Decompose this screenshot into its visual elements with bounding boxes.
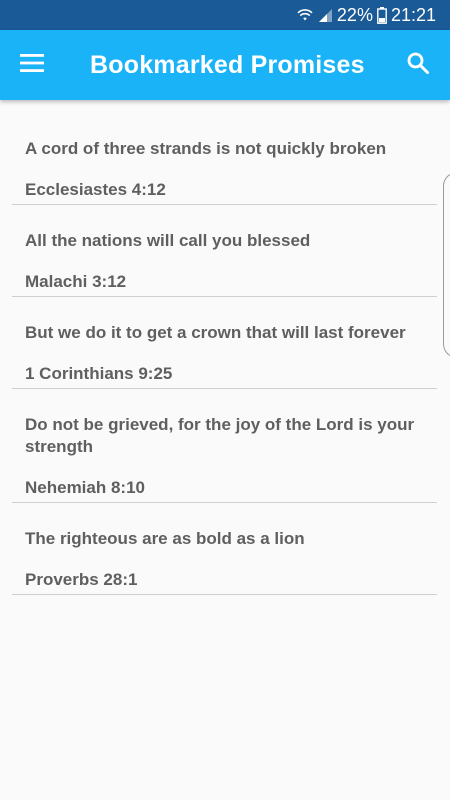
page-title: Bookmarked Promises	[90, 51, 365, 79]
promise-text: But we do it to get a crown that will la…	[25, 323, 406, 342]
clock: 21:21	[390, 4, 436, 25]
list-item[interactable]: Do not be grieved, for the joy of the Lo…	[12, 389, 437, 503]
promise-reference: Ecclesiastes 4:12	[25, 180, 166, 199]
promise-reference: Proverbs 28:1	[25, 570, 138, 589]
edge-panel-handle[interactable]	[443, 172, 450, 358]
promise-text: A cord of three strands is not quickly b…	[25, 139, 387, 158]
battery-percent: 22%	[336, 4, 373, 25]
list-item[interactable]: But we do it to get a crown that will la…	[12, 297, 437, 389]
list-item[interactable]: The righteous are as bold as a lion Prov…	[12, 503, 437, 595]
search-button[interactable]	[398, 45, 438, 85]
list-item[interactable]: A cord of three strands is not quickly b…	[12, 113, 437, 205]
promise-reference: Nehemiah 8:10	[25, 478, 145, 497]
promise-reference: 1 Corinthians 9:25	[25, 364, 173, 383]
hamburger-menu-icon	[20, 53, 44, 77]
promise-text: Do not be grieved, for the joy of the Lo…	[25, 415, 415, 456]
promise-text: All the nations will call you blessed	[25, 231, 311, 250]
promise-text: The righteous are as bold as a lion	[25, 529, 305, 548]
search-icon	[406, 51, 430, 80]
status-icons: 22% 21:21	[297, 0, 436, 30]
app-bar: Bookmarked Promises	[0, 30, 450, 100]
wifi-icon	[297, 7, 313, 23]
list-item[interactable]: All the nations will call you blessed Ma…	[12, 205, 437, 297]
promise-reference: Malachi 3:12	[25, 272, 127, 291]
signal-icon	[317, 7, 333, 23]
status-bar: 22% 21:21	[0, 0, 450, 30]
promise-list: A cord of three strands is not quickly b…	[12, 113, 437, 595]
menu-button[interactable]	[12, 45, 52, 85]
battery-icon	[377, 6, 387, 24]
